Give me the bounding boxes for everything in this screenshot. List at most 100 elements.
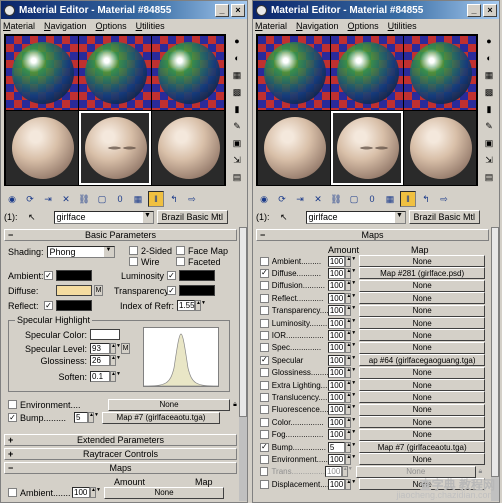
map-enable-checkbox[interactable] xyxy=(260,417,269,427)
map-amount-spinner[interactable]: ▲▼ xyxy=(345,255,356,267)
bump-checkbox[interactable]: ✓ xyxy=(8,413,17,422)
make-unique-icon[interactable]: ⛓ xyxy=(328,191,344,207)
map-amount-field[interactable]: 100 xyxy=(327,391,346,403)
video-color-check-icon[interactable]: ▮ xyxy=(481,102,497,116)
map-amount-field[interactable]: 100 xyxy=(327,255,346,267)
material-type-button[interactable]: Brazil Basic Mtl xyxy=(156,210,229,224)
map-amount-field[interactable]: 100 xyxy=(327,478,346,490)
sample-slot-glass-1[interactable] xyxy=(6,36,78,110)
ior-spinner[interactable]: ▲▼ xyxy=(195,300,206,311)
map-amount-field[interactable]: 100 xyxy=(324,466,342,478)
raytracer-controls-rollout[interactable]: + Raytracer Controls xyxy=(4,448,237,460)
map-amount-field[interactable]: 100 xyxy=(327,354,346,366)
material-map-navigator-icon[interactable]: ▤ xyxy=(481,170,497,184)
map-amount-field[interactable]: 100 xyxy=(327,280,346,292)
menu-navigation[interactable]: Navigation xyxy=(44,21,87,31)
map-amount-field[interactable]: 100 xyxy=(327,367,346,379)
map-slot-button[interactable]: None xyxy=(359,317,485,329)
transparency-checkbox[interactable]: ✓ xyxy=(167,286,176,295)
backlight-icon[interactable]: ◐ xyxy=(229,51,245,65)
basic-parameters-rollout[interactable]: − Basic Parameters xyxy=(4,229,237,241)
go-forward-sibling-icon[interactable]: ⇨ xyxy=(184,191,200,207)
map-enable-checkbox[interactable]: ✓ xyxy=(260,355,269,365)
map-slot-button[interactable]: None xyxy=(359,453,485,466)
map-amount-spinner[interactable]: ▲▼ xyxy=(345,329,356,341)
map-slot-button[interactable]: None xyxy=(359,428,485,441)
reflect-color-swatch[interactable] xyxy=(56,300,92,311)
show-map-icon[interactable]: ▦ xyxy=(382,191,398,207)
reflect-checkbox[interactable]: ✓ xyxy=(44,301,53,310)
map-enable-checkbox[interactable] xyxy=(260,467,269,477)
assign-material-icon[interactable]: ⇥ xyxy=(40,191,56,207)
options-icon[interactable]: ▣ xyxy=(481,136,497,150)
show-end-result-icon[interactable]: ǁ xyxy=(148,191,164,207)
map-enable-checkbox[interactable] xyxy=(260,392,269,402)
environment-map-button[interactable]: None xyxy=(108,398,230,411)
ior-field[interactable]: 1.55 xyxy=(177,300,195,311)
get-material-icon[interactable]: ◉ xyxy=(4,191,20,207)
map-enable-checkbox[interactable] xyxy=(260,281,269,291)
video-color-check-icon[interactable]: ▮ xyxy=(229,102,245,116)
pick-material-icon[interactable]: ↖ xyxy=(273,212,303,223)
map-enable-checkbox[interactable] xyxy=(260,405,269,415)
map-slot-button[interactable]: Map #7 (girlfaceaotu.tga) xyxy=(359,441,485,453)
maps-rollout[interactable]: − Maps xyxy=(4,462,237,474)
ambient-map-spinner[interactable]: ▲▼ xyxy=(90,487,101,498)
go-to-parent-icon[interactable]: ↰ xyxy=(166,191,182,207)
specular-level-field[interactable]: 93 xyxy=(90,343,110,354)
menu-navigation[interactable]: Navigation xyxy=(296,21,339,31)
material-effects-channel-icon[interactable]: 0 xyxy=(364,191,380,207)
get-material-icon[interactable]: ◉ xyxy=(256,191,272,207)
lock-icon[interactable]: 🔒︎ xyxy=(230,399,237,410)
map-amount-spinner[interactable]: ▲▼ xyxy=(345,317,356,329)
map-amount-spinner[interactable]: ▲▼ xyxy=(341,466,353,478)
map-enable-checkbox[interactable] xyxy=(260,293,269,303)
select-by-material-icon[interactable]: ⇲ xyxy=(481,153,497,167)
map-amount-field[interactable]: 100 xyxy=(327,267,346,279)
sample-slot-glass-2[interactable] xyxy=(331,36,403,110)
sample-slot-glass-2[interactable] xyxy=(79,36,151,110)
select-by-material-icon[interactable]: ⇲ xyxy=(229,153,245,167)
map-slot-button[interactable]: None xyxy=(359,416,485,429)
put-to-library-icon[interactable]: ▢ xyxy=(94,191,110,207)
put-to-scene-icon[interactable]: ⟳ xyxy=(274,191,290,207)
map-amount-field[interactable]: 100 xyxy=(327,342,346,354)
ambient-color-swatch[interactable] xyxy=(56,270,92,281)
map-amount-field[interactable]: 100 xyxy=(327,329,346,341)
luminosity-color-swatch[interactable] xyxy=(179,270,215,281)
map-slot-button[interactable]: None xyxy=(359,292,485,305)
sample-slot-skin-1[interactable] xyxy=(258,111,330,185)
map-enable-checkbox[interactable]: ✓ xyxy=(260,268,269,278)
map-slot-button[interactable]: Map #281 (girlface.psd) xyxy=(359,267,485,280)
glossiness-spinner[interactable]: ▲▼ xyxy=(110,355,121,366)
map-amount-field[interactable]: 100 xyxy=(327,404,346,416)
map-slot-button[interactable]: None xyxy=(359,341,485,354)
map-amount-field[interactable]: 100 xyxy=(327,429,346,441)
menu-options[interactable]: Options xyxy=(96,21,127,31)
map-enable-checkbox[interactable]: ✓ xyxy=(260,442,269,452)
background-icon[interactable]: ▦ xyxy=(481,68,497,82)
map-amount-spinner[interactable]: ▲▼ xyxy=(345,280,356,292)
environment-checkbox[interactable] xyxy=(8,400,17,409)
map-slot-button[interactable]: None xyxy=(359,391,485,404)
go-forward-sibling-icon[interactable]: ⇨ xyxy=(436,191,452,207)
options-icon[interactable]: ▣ xyxy=(229,136,245,150)
map-amount-field[interactable]: 100 xyxy=(327,317,346,329)
map-amount-field[interactable]: 100 xyxy=(327,379,346,391)
map-enable-checkbox[interactable] xyxy=(260,380,269,390)
bump-amount-field[interactable]: 5 xyxy=(74,412,88,423)
glossiness-field[interactable]: 26 xyxy=(90,355,110,366)
sample-slot-glass-3[interactable] xyxy=(404,36,476,110)
menu-utilities[interactable]: Utilities xyxy=(388,21,417,31)
map-slot-button[interactable]: None xyxy=(359,255,485,267)
close-button[interactable]: × xyxy=(231,3,245,17)
background-icon[interactable]: ▦ xyxy=(229,68,245,82)
sample-slot-skin-1[interactable] xyxy=(6,111,78,185)
uv-tiling-icon[interactable]: ▩ xyxy=(229,85,245,99)
map-enable-checkbox[interactable] xyxy=(260,256,269,266)
map-slot-button[interactable]: None xyxy=(355,465,476,478)
sample-slot-face-selected[interactable] xyxy=(331,111,403,185)
lock-icon[interactable]: 🔒︎ xyxy=(475,466,485,478)
material-name-field[interactable]: girlface ▼ xyxy=(305,210,406,224)
map-enable-checkbox[interactable] xyxy=(260,306,269,316)
